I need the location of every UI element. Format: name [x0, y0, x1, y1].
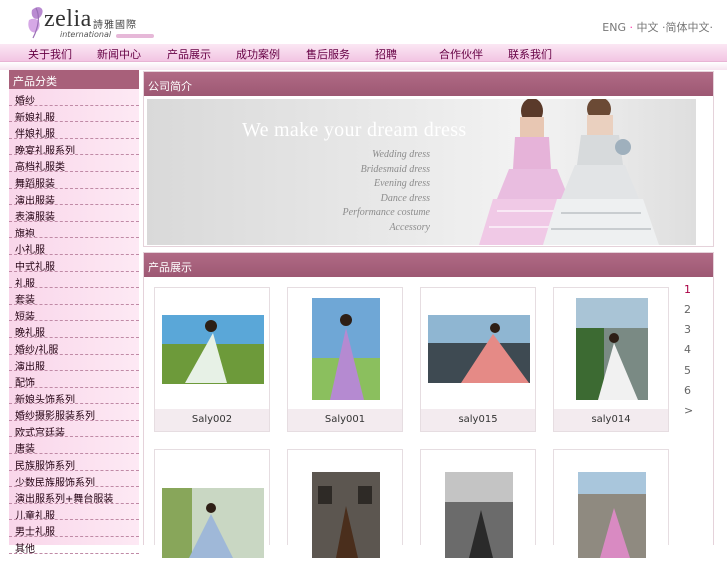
- sidebar-item[interactable]: 中式礼服: [9, 255, 139, 272]
- page-link-4[interactable]: 4: [684, 343, 691, 356]
- about-panel: 公司简介 We make your dream dress Wedding dr…: [143, 71, 714, 247]
- language-switcher: ENG · 中文 ·简体中文·: [602, 19, 713, 35]
- sidebar-item[interactable]: 表演服装: [9, 205, 139, 222]
- sidebar-item[interactable]: 演出服: [9, 355, 139, 372]
- sidebar-item[interactable]: 礼服: [9, 272, 139, 289]
- about-panel-title: 公司简介: [144, 72, 713, 96]
- product-name: saly015: [421, 409, 535, 431]
- sidebar-item[interactable]: 晚礼服: [9, 321, 139, 338]
- sidebar-title: 产品分类: [9, 70, 139, 89]
- sidebar-item[interactable]: 婚纱: [9, 89, 139, 106]
- page-link-5[interactable]: 5: [684, 364, 691, 377]
- product-photo: [578, 472, 646, 558]
- product-photo: [312, 472, 380, 558]
- logo-subtitle: international: [60, 30, 112, 39]
- product-card[interactable]: Saly002: [154, 287, 270, 432]
- sidebar-item[interactable]: 民族服饰系列: [9, 454, 139, 471]
- sidebar-item[interactable]: 套装: [9, 288, 139, 305]
- nav-partners[interactable]: 合作伙伴: [439, 46, 483, 62]
- sidebar-item[interactable]: 旗袍: [9, 222, 139, 239]
- nav-shadow-strip: [0, 62, 727, 70]
- product-photo: [428, 315, 530, 383]
- product-photo: [312, 298, 380, 400]
- banner-line: Evening dress: [373, 178, 430, 189]
- nav-products[interactable]: 产品展示: [167, 46, 211, 62]
- banner-line: Wedding dress: [372, 149, 430, 160]
- product-card[interactable]: saly015: [420, 287, 536, 432]
- category-sidebar: 产品分类 婚纱 新娘礼服 伴娘礼服 晚宴礼服系列 高档礼服类 舞蹈服装 演出服装…: [9, 70, 139, 554]
- sidebar-item[interactable]: 高档礼服类: [9, 155, 139, 172]
- sidebar-item[interactable]: 唐装: [9, 437, 139, 455]
- banner-line: Accessory: [389, 222, 430, 233]
- site-header: zelia 詩雅國際 international ENG · 中文 ·简体中文·: [0, 0, 727, 44]
- sidebar-item[interactable]: 婚纱/礼服: [9, 338, 139, 355]
- product-name: Saly001: [288, 409, 402, 431]
- sidebar-item[interactable]: 舞蹈服装: [9, 172, 139, 189]
- sidebar-item[interactable]: 晚宴礼服系列: [9, 139, 139, 156]
- nav-contact[interactable]: 联系我们: [508, 46, 552, 62]
- page-link-2[interactable]: 2: [684, 303, 691, 316]
- product-photo: [576, 298, 648, 400]
- banner-headline: We make your dream dress: [242, 119, 467, 141]
- product-card[interactable]: Saly001: [287, 287, 403, 432]
- sidebar-item[interactable]: 少数民族服饰系列: [9, 471, 139, 488]
- sidebar-item[interactable]: 男士礼服: [9, 520, 139, 538]
- nav-about[interactable]: 关于我们: [28, 46, 72, 62]
- banner-line: Performance costume: [342, 207, 430, 218]
- sidebar-item[interactable]: 婚纱摄影服装系列: [9, 404, 139, 421]
- page-link-3[interactable]: 3: [684, 323, 691, 336]
- main-nav: 关于我们 新闻中心 产品展示 成功案例 售后服务 招聘 合作伙伴 联系我们: [0, 44, 727, 62]
- product-card[interactable]: [553, 449, 669, 558]
- nav-cases[interactable]: 成功案例: [236, 46, 280, 62]
- lang-english-link[interactable]: ENG: [602, 21, 626, 34]
- sidebar-item[interactable]: 欧式宫廷装: [9, 421, 139, 438]
- sidebar-item[interactable]: 新娘礼服: [9, 106, 139, 123]
- sidebar-item[interactable]: 短装: [9, 305, 139, 322]
- sidebar-item[interactable]: 配饰: [9, 371, 139, 388]
- sidebar-item[interactable]: 伴娘礼服: [9, 122, 139, 139]
- page-link-6[interactable]: 6: [684, 384, 691, 397]
- product-name: Saly002: [155, 409, 269, 431]
- sidebar-item[interactable]: 儿童礼服: [9, 504, 139, 521]
- sidebar-item[interactable]: 演出服装: [9, 189, 139, 206]
- zelia-logo[interactable]: zelia 詩雅國際 international: [26, 4, 158, 42]
- product-photo: [162, 315, 264, 384]
- lang-separator: ·: [629, 21, 634, 34]
- nav-jobs[interactable]: 招聘: [375, 46, 397, 62]
- nav-service[interactable]: 售后服务: [306, 46, 350, 62]
- product-photo: [445, 472, 513, 558]
- product-card[interactable]: [420, 449, 536, 558]
- product-name: saly014: [554, 409, 668, 431]
- product-card[interactable]: saly014: [553, 287, 669, 432]
- page-link-1[interactable]: 1: [684, 283, 691, 296]
- nav-news[interactable]: 新闻中心: [97, 46, 141, 62]
- sidebar-item[interactable]: 新娘头饰系列: [9, 388, 139, 405]
- lang-chinese-links[interactable]: 中文 ·简体中文: [637, 21, 710, 34]
- logo-underline: [116, 34, 154, 38]
- dream-dress-banner: We make your dream dress Wedding dress B…: [147, 99, 696, 245]
- sidebar-item[interactable]: 演出服系列+舞台服装: [9, 487, 139, 504]
- banner-line: Bridesmaid dress: [360, 164, 430, 175]
- product-photo: [162, 488, 264, 558]
- logo-chinese-name: 詩雅國際: [93, 20, 137, 31]
- sidebar-item[interactable]: 小礼服: [9, 238, 139, 255]
- product-card[interactable]: [287, 449, 403, 558]
- sidebar-item[interactable]: 其他: [9, 537, 139, 554]
- banner-line: Dance dress: [380, 193, 430, 204]
- products-panel-title: 产品展示: [144, 253, 713, 277]
- logo-wordmark: zelia: [44, 6, 92, 32]
- lang-trailing-dot: ·: [709, 21, 714, 34]
- product-card[interactable]: [154, 449, 270, 558]
- page-next-link[interactable]: >: [684, 404, 693, 417]
